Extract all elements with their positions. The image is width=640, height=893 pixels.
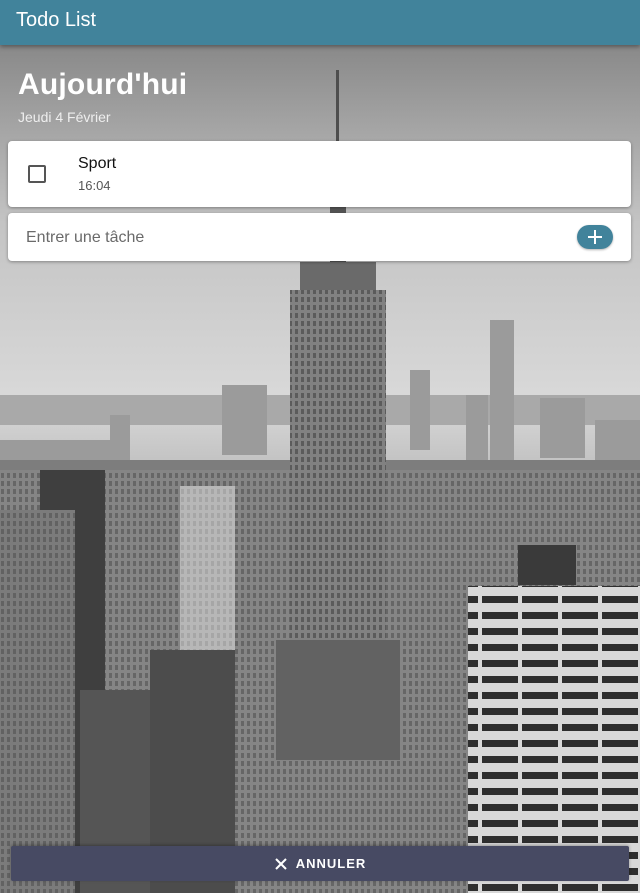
task-time: 16:04	[78, 178, 111, 193]
task-checkbox[interactable]	[28, 165, 46, 183]
new-task-input[interactable]	[24, 221, 558, 255]
task-item[interactable]: Sport 16:04	[8, 141, 631, 207]
city-skyline-background-image	[0, 0, 640, 893]
cancel-label: ANNULER	[295, 856, 367, 871]
app-title: Todo List	[16, 9, 97, 31]
task-name: Sport	[78, 155, 117, 172]
new-task-form	[8, 213, 631, 261]
plus-icon	[588, 230, 602, 244]
page-date: Jeudi 4 Février	[18, 109, 111, 125]
app-bar: Todo List	[0, 0, 640, 45]
close-icon	[275, 857, 287, 870]
page-title: Aujourd'hui	[18, 68, 188, 101]
cancel-button[interactable]: ANNULER	[11, 846, 629, 881]
add-task-button[interactable]	[577, 225, 613, 249]
